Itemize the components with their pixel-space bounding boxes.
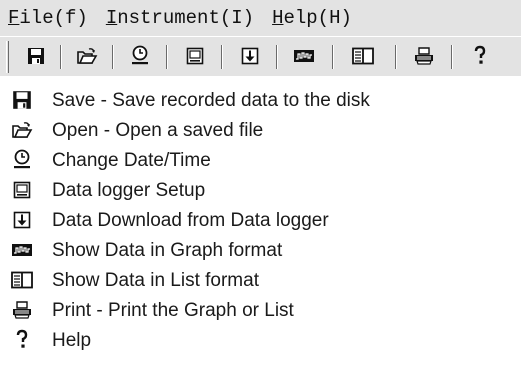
toolbar-download-button[interactable] <box>236 42 264 70</box>
clock-icon <box>132 45 148 65</box>
toolbar-separator <box>112 45 114 69</box>
legend-item-text: Change Date/Time <box>52 150 211 171</box>
open-folder-icon <box>77 48 98 64</box>
graph-icon <box>10 238 34 262</box>
save-icon <box>10 88 34 112</box>
toolbar-help-button[interactable] <box>466 42 494 70</box>
legend-item-datetime: Change Date/Time <box>0 146 521 176</box>
logger-setup-icon <box>10 178 34 202</box>
menu-bar: File(f) Instrument(I) Help(H) <box>0 0 521 36</box>
legend-item-graph: Show Data in Graph format <box>0 236 521 266</box>
save-icon <box>28 48 44 64</box>
toolbar-separator <box>451 45 453 69</box>
legend-item-text: Open - Open a saved file <box>52 120 264 141</box>
legend-item-text: Show Data in Graph format <box>52 240 283 261</box>
toolbar-separator <box>166 45 168 69</box>
download-icon <box>10 208 34 232</box>
graph-icon <box>294 50 314 62</box>
toolbar-print-button[interactable] <box>410 42 438 70</box>
list-icon <box>352 47 374 65</box>
menu-instrument[interactable]: Instrument(I) <box>106 7 254 29</box>
toolbar-graph-button[interactable] <box>290 42 318 70</box>
open-folder-icon <box>10 118 34 142</box>
download-icon <box>241 47 259 65</box>
toolbar-setup-button[interactable] <box>181 42 209 70</box>
printer-icon <box>415 47 433 65</box>
toolbar-list-button[interactable] <box>349 42 377 70</box>
legend-item-download: Data Download from Data logger <box>0 206 521 236</box>
toolbar-grip <box>6 41 9 73</box>
toolbar <box>0 36 521 76</box>
toolbar-datetime-button[interactable] <box>126 42 154 70</box>
toolbar-separator <box>60 45 62 69</box>
toolbar-separator <box>221 45 223 69</box>
toolbar-separator <box>332 45 334 69</box>
menu-help[interactable]: Help(H) <box>272 7 352 29</box>
clock-icon <box>10 148 34 172</box>
help-icon <box>10 328 34 352</box>
help-icon <box>474 45 486 64</box>
legend-item-open: Open - Open a saved file <box>0 116 521 146</box>
legend-item-text: Help <box>52 330 92 351</box>
toolbar-separator <box>276 45 278 69</box>
menu-file[interactable]: File(f) <box>8 7 88 29</box>
logger-setup-icon <box>186 47 204 65</box>
legend-item-text: Print - Print the Graph or List <box>52 300 294 321</box>
toolbar-open-button[interactable] <box>73 42 101 70</box>
list-icon <box>10 268 34 292</box>
legend-item-text: Show Data in List format <box>52 270 259 291</box>
legend-item-text: Save - Save recorded data to the disk <box>52 90 370 111</box>
legend-item-save: Save - Save recorded data to the disk <box>0 86 521 116</box>
printer-icon <box>10 298 34 322</box>
legend-item-list: Show Data in List format <box>0 266 521 296</box>
legend-item-help: Help <box>0 326 521 356</box>
legend-item-print: Print - Print the Graph or List <box>0 296 521 326</box>
toolbar-separator <box>395 45 397 69</box>
legend-item-text: Data logger Setup <box>52 180 206 201</box>
toolbar-save-button[interactable] <box>22 42 50 70</box>
legend-item-setup: Data logger Setup <box>0 176 521 206</box>
legend-item-text: Data Download from Data logger <box>52 210 329 231</box>
